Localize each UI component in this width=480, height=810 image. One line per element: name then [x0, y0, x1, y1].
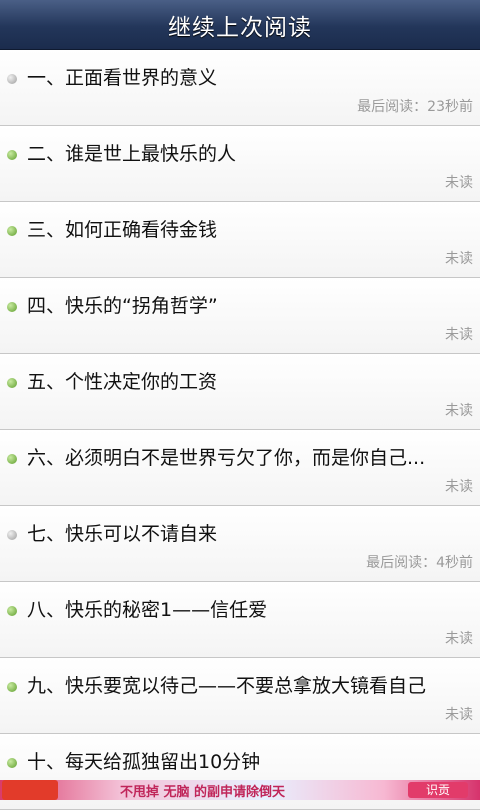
read-status-dot-icon — [7, 530, 17, 540]
chapter-title: 十、每天给孤独留出10分钟 — [27, 751, 261, 773]
chapter-status: 最后阅读：23秒前 — [357, 99, 473, 115]
chapter-status: 未读 — [445, 707, 473, 723]
chapter-item[interactable]: 二、谁是世上最快乐的人 未读 — [0, 126, 480, 202]
chapter-status: 最后阅读：4秒前 — [366, 555, 473, 571]
chapter-title: 二、谁是世上最快乐的人 — [27, 143, 237, 165]
chapter-title: 八、快乐的秘密1——信任爱 — [27, 599, 268, 621]
chapter-status: 未读 — [445, 479, 473, 495]
chapter-item[interactable]: 九、快乐要宽以待己——不要总拿放大镜看自己 未读 — [0, 658, 480, 734]
chapter-title: 七、快乐可以不请自来 — [27, 523, 218, 545]
chapter-item[interactable]: 一、正面看世界的意义 最后阅读：23秒前 — [0, 50, 480, 126]
chapter-status: 未读 — [445, 631, 473, 647]
read-status-dot-icon — [7, 606, 17, 616]
read-status-dot-icon — [7, 150, 17, 160]
chapter-item[interactable]: 七、快乐可以不请自来 最后阅读：4秒前 — [0, 506, 480, 582]
ad-button[interactable]: 识贡 — [408, 782, 468, 798]
chapter-title: 三、如何正确看待金钱 — [27, 219, 218, 241]
chapter-list: 一、正面看世界的意义 最后阅读：23秒前 二、谁是世上最快乐的人 未读 三、如何… — [0, 50, 480, 810]
read-status-dot-icon — [7, 378, 17, 388]
title-bar: 继续上次阅读 — [0, 0, 480, 50]
chapter-status: 未读 — [445, 251, 473, 267]
ad-text: 不甩掉 无脑 的副申请除倒天 — [120, 785, 286, 800]
chapter-status: 未读 — [445, 327, 473, 343]
chapter-status: 未读 — [445, 175, 473, 191]
ad-banner[interactable]: 不甩掉 无脑 的副申请除倒天 识贡 — [0, 780, 480, 800]
ad-logo-icon — [2, 780, 58, 800]
read-status-dot-icon — [7, 682, 17, 692]
chapter-title: 一、正面看世界的意义 — [27, 67, 218, 89]
chapter-status: 未读 — [445, 403, 473, 419]
chapter-title: 五、个性决定你的工资 — [27, 371, 218, 393]
read-status-dot-icon — [7, 226, 17, 236]
chapter-item[interactable]: 八、快乐的秘密1——信任爱 未读 — [0, 582, 480, 658]
chapter-item[interactable]: 四、快乐的“拐角哲学” 未读 — [0, 278, 480, 354]
chapter-title: 九、快乐要宽以待己——不要总拿放大镜看自己 — [27, 675, 427, 697]
read-status-dot-icon — [7, 74, 17, 84]
read-status-dot-icon — [7, 302, 17, 312]
read-status-dot-icon — [7, 758, 17, 768]
chapter-title: 六、必须明白不是世界亏欠了你，而是你自己... — [27, 447, 426, 469]
chapter-item[interactable]: 三、如何正确看待金钱 未读 — [0, 202, 480, 278]
chapter-item[interactable]: 五、个性决定你的工资 未读 — [0, 354, 480, 430]
read-status-dot-icon — [7, 454, 17, 464]
page-title: 继续上次阅读 — [168, 14, 312, 41]
chapter-item[interactable]: 六、必须明白不是世界亏欠了你，而是你自己... 未读 — [0, 430, 480, 506]
chapter-title: 四、快乐的“拐角哲学” — [27, 295, 218, 317]
